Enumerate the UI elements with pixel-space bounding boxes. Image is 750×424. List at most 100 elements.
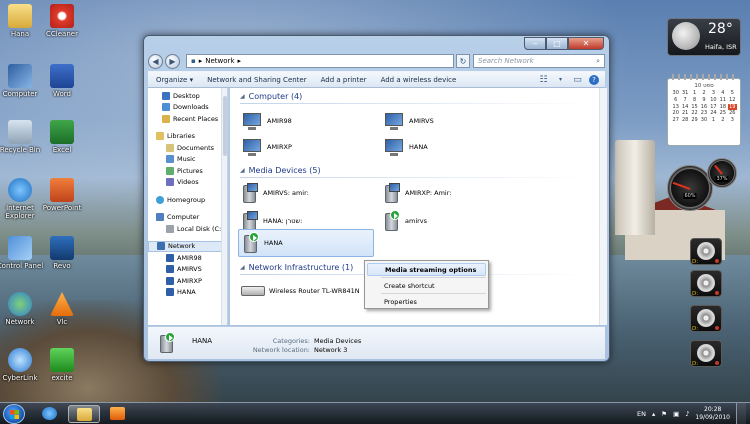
nav-scrollbar[interactable]: [221, 88, 227, 325]
content-scrollbar[interactable]: [599, 88, 607, 325]
media-item-amirvs[interactable]: amirvs: [380, 208, 516, 234]
nav-item-amir98[interactable]: AMIR98: [148, 252, 227, 264]
nav-item-hana[interactable]: HANA: [148, 287, 227, 299]
group-header-media-devices[interactable]: ◢ Media Devices (5): [240, 166, 590, 178]
address-segment-network[interactable]: Network: [205, 57, 234, 65]
clock[interactable]: 20:28 19/09/2010: [695, 406, 730, 422]
calendar-day[interactable]: 29: [690, 117, 699, 124]
calendar-day[interactable]: 25: [718, 110, 727, 117]
action-center-flag-icon[interactable]: ⚑: [661, 410, 667, 418]
computer-item-hana[interactable]: HANA: [380, 134, 516, 160]
nav-item-homegroup[interactable]: Homegroup: [148, 194, 227, 206]
calendar-day[interactable]: 11: [718, 97, 727, 104]
desktop-icon-excel[interactable]: Excel: [38, 120, 86, 154]
nav-scroll-thumb[interactable]: [223, 96, 227, 156]
calendar-day[interactable]: 15: [690, 104, 699, 111]
menu-item-create-shortcut[interactable]: Create shortcut: [367, 279, 486, 292]
volume-icon[interactable]: ♪: [685, 410, 689, 418]
calendar-day[interactable]: 28: [680, 117, 689, 124]
calendar-day[interactable]: 19: [727, 103, 737, 111]
network-tray-icon[interactable]: ▣: [673, 410, 679, 418]
computer-item-amir98[interactable]: AMIR98: [238, 108, 374, 134]
organize-button[interactable]: Organize ▾: [156, 76, 193, 84]
calendar-day[interactable]: 1: [709, 117, 718, 124]
calendar-day[interactable]: 21: [680, 110, 689, 117]
close-button[interactable]: ✕: [568, 37, 604, 50]
calendar-day[interactable]: 16: [699, 104, 708, 111]
nav-item-amirxp[interactable]: AMIRXP: [148, 275, 227, 287]
address-segment-arrow[interactable]: ▸: [238, 57, 242, 65]
calendar-day[interactable]: 4: [718, 90, 727, 97]
back-button[interactable]: ◀: [148, 53, 163, 69]
calendar-gadget[interactable]: 10 ספט 30 31 1 2 3 4 5 6 7 8 9 10 11 12 13 14 15 16 17 18 19…: [667, 74, 741, 146]
drive-gadget-1[interactable]: D:: [690, 238, 722, 265]
nav-item-libraries[interactable]: Libraries: [148, 131, 227, 143]
calendar-day[interactable]: 2: [718, 117, 727, 124]
nav-item-videos[interactable]: Videos: [148, 177, 227, 189]
calendar-day[interactable]: 10: [709, 97, 718, 104]
calendar-day[interactable]: 7: [680, 97, 689, 104]
desktop-icon-ccleaner[interactable]: CCleaner: [38, 4, 86, 38]
media-item-amirvs-amir[interactable]: AMIRVS: amir:: [238, 180, 374, 206]
nav-item-desktop[interactable]: Desktop: [148, 90, 227, 102]
group-header-network-infrastructure[interactable]: ◢ Network Infrastructure (1): [240, 263, 590, 275]
add-wireless-device-button[interactable]: Add a wireless device: [381, 76, 457, 84]
preview-pane-icon[interactable]: ▭: [572, 74, 583, 85]
desktop-icon-revo[interactable]: Revo: [38, 236, 86, 270]
calendar-day[interactable]: 9: [699, 97, 708, 104]
group-header-computer[interactable]: ◢ Computer (4): [240, 92, 590, 104]
nav-item-documents[interactable]: Documents: [148, 142, 227, 154]
collapse-chevron-icon[interactable]: ◢: [240, 167, 245, 174]
address-bar[interactable]: ▪ ▸ Network ▸: [186, 54, 454, 68]
calendar-day[interactable]: 2: [699, 90, 708, 97]
collapse-chevron-icon[interactable]: ◢: [240, 93, 245, 100]
media-item-amirxp-amir[interactable]: AMIRXP: Amir:: [380, 180, 516, 206]
calendar-day[interactable]: 3: [728, 117, 737, 124]
menu-item-media-streaming-options[interactable]: Media streaming options: [367, 263, 486, 276]
nav-item-recent-places[interactable]: Recent Places: [148, 113, 227, 125]
nav-item-network[interactable]: Network: [148, 240, 227, 252]
change-view-icon[interactable]: ☷: [538, 74, 549, 85]
nav-item-computer[interactable]: Computer: [148, 212, 227, 224]
computer-item-amirvs[interactable]: AMIRVS: [380, 108, 516, 134]
minimize-button[interactable]: ‒: [524, 37, 546, 50]
calendar-day[interactable]: 17: [709, 104, 718, 111]
computer-item-amirxp[interactable]: AMIRXP: [238, 134, 374, 160]
taskbar-internet-explorer[interactable]: [34, 405, 66, 423]
calendar-day[interactable]: 23: [699, 110, 708, 117]
nav-item-local-disk[interactable]: Local Disk (C:): [148, 223, 227, 235]
calendar-day[interactable]: 1: [690, 90, 699, 97]
start-button[interactable]: [3, 404, 25, 424]
nav-item-amirvs[interactable]: AMIRVS: [148, 264, 227, 276]
search-input[interactable]: Search Network ⌕: [473, 54, 605, 68]
nav-item-downloads[interactable]: Downloads: [148, 102, 227, 114]
show-desktop-button[interactable]: [736, 403, 746, 424]
calendar-day[interactable]: 5: [728, 90, 737, 97]
nav-item-music[interactable]: Music: [148, 154, 227, 166]
maximize-button[interactable]: □: [546, 37, 568, 50]
taskbar-media-player[interactable]: [102, 405, 134, 423]
add-printer-button[interactable]: Add a printer: [321, 76, 367, 84]
media-item-hana-selected[interactable]: HANA: [238, 229, 374, 257]
calendar-day[interactable]: 18: [718, 104, 727, 111]
calendar-day[interactable]: 31: [680, 90, 689, 97]
calendar-day[interactable]: 14: [680, 104, 689, 111]
drive-gadget-4[interactable]: D:: [690, 340, 722, 367]
calendar-day[interactable]: 12: [728, 97, 737, 104]
view-options-chevron-icon[interactable]: ▾: [555, 74, 566, 85]
desktop-icon-word[interactable]: Word: [38, 64, 86, 98]
calendar-day[interactable]: 27: [671, 117, 680, 124]
collapse-chevron-icon[interactable]: ◢: [240, 264, 245, 271]
network-sharing-center-button[interactable]: Network and Sharing Center: [207, 76, 307, 84]
calendar-day[interactable]: 20: [671, 110, 680, 117]
calendar-day[interactable]: 30: [671, 90, 680, 97]
calendar-day[interactable]: 24: [709, 110, 718, 117]
menu-item-properties[interactable]: Properties: [367, 295, 486, 308]
refresh-button[interactable]: ↻: [456, 54, 470, 68]
nav-item-pictures[interactable]: Pictures: [148, 165, 227, 177]
desktop-icon-vlc[interactable]: Vlc: [38, 292, 86, 326]
calendar-day[interactable]: 8: [690, 97, 699, 104]
weather-gadget[interactable]: 28° Haifa, ISR: [667, 18, 741, 56]
language-indicator[interactable]: EN: [637, 410, 646, 418]
tray-chevron-icon[interactable]: ▴: [652, 410, 655, 418]
